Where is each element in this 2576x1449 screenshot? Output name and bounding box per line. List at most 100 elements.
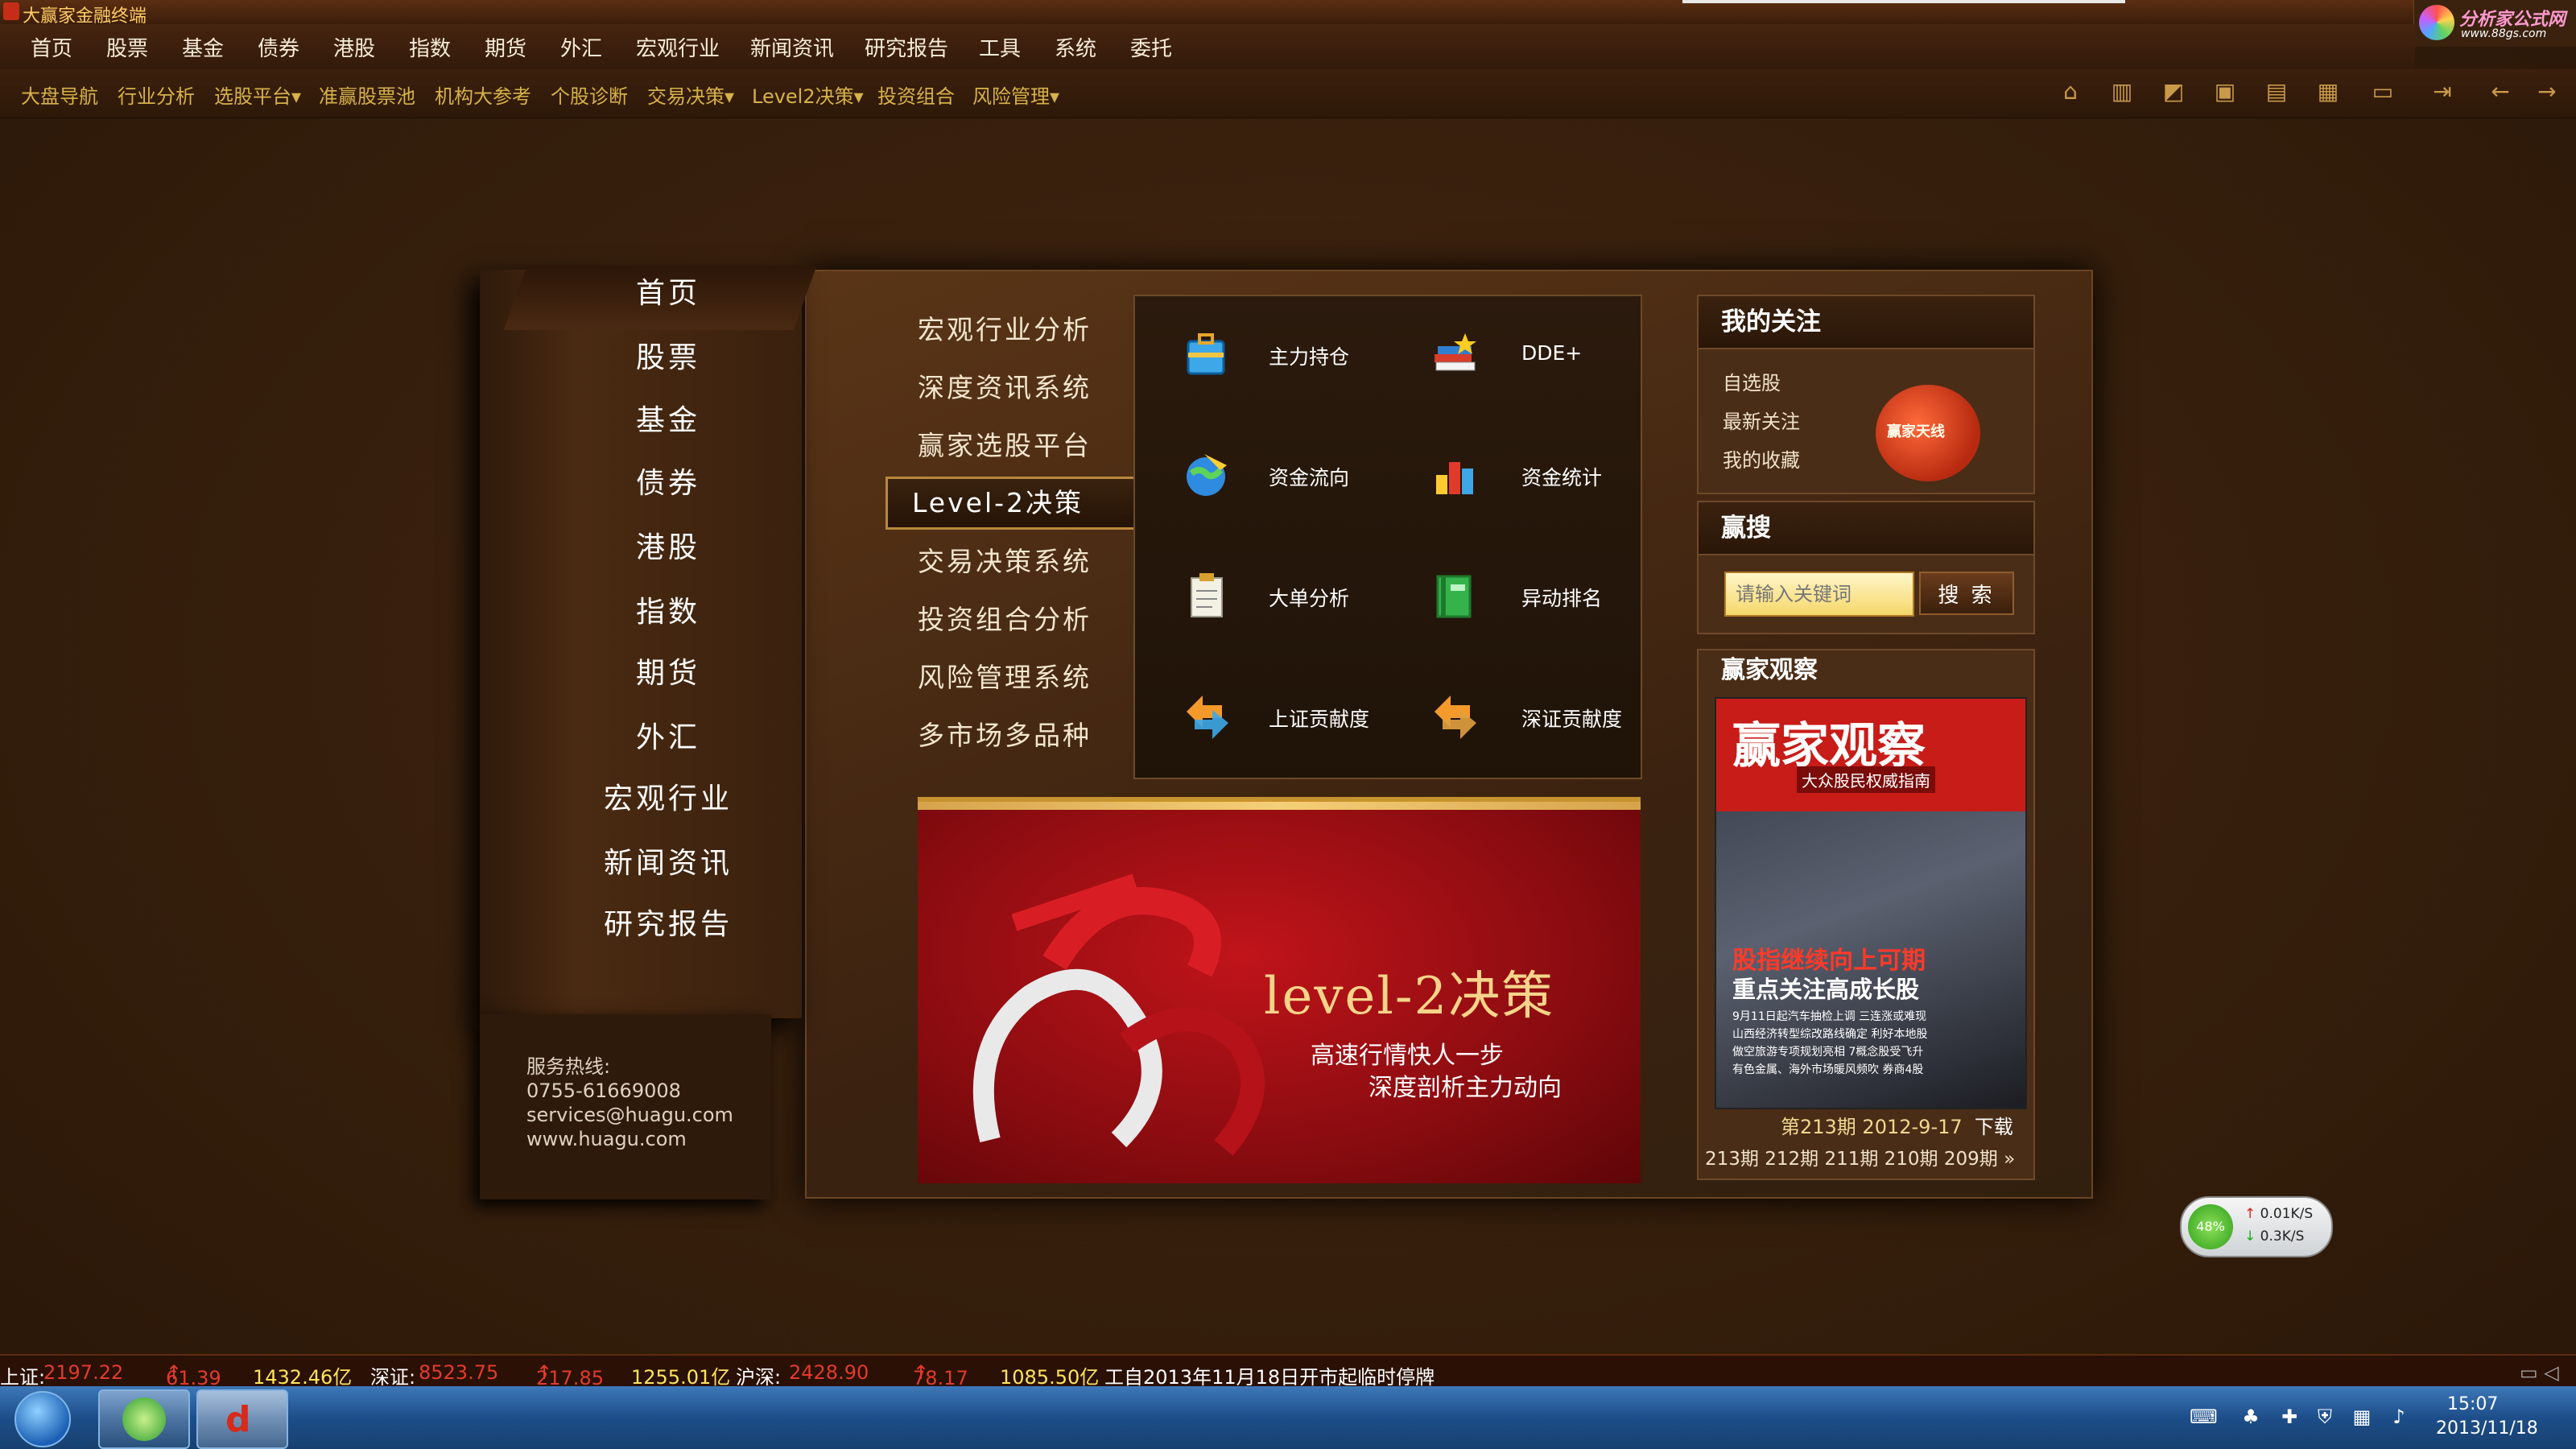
search-input[interactable] (1724, 572, 1914, 617)
network-speed-widget[interactable]: 48% ↑ 0.01K/S ↓ 0.3K/S (2180, 1196, 2333, 1257)
tray-plus-icon[interactable]: ✚ (2278, 1406, 2301, 1428)
menu-hk[interactable]: 港股 (333, 32, 375, 62)
feature-dde[interactable]: DDE+ (1521, 341, 1582, 365)
menu-funds[interactable]: 基金 (182, 32, 224, 62)
chart-icon[interactable]: ◩ (2161, 79, 2186, 105)
building-icon[interactable]: ▥ (2109, 79, 2135, 105)
monitor-icon[interactable]: ▭ (2370, 79, 2396, 105)
menu-news[interactable]: 新闻资讯 (750, 32, 834, 62)
toolbar-diagnosis[interactable]: 个股诊断 (551, 80, 628, 109)
nav-futures[interactable]: 期货 (531, 646, 805, 702)
briefcase-icon[interactable] (1180, 325, 1236, 382)
watch-link-watchlist[interactable]: 自选股 (1699, 364, 2033, 402)
toolbar-industry[interactable]: 行业分析 (118, 80, 195, 109)
feature-anomaly-rank[interactable]: 异动排名 (1521, 583, 1602, 612)
menu-forex[interactable]: 外汇 (560, 32, 602, 62)
toolbar-trade-decision[interactable]: 交易决策▾ (647, 80, 734, 109)
issue-link[interactable]: 212期 (1765, 1149, 1818, 1170)
volume-icon[interactable]: ♪ (2388, 1406, 2410, 1428)
issue-link[interactable]: 210期 (1885, 1149, 1938, 1170)
menu-bonds[interactable]: 债券 (258, 32, 299, 62)
service-website[interactable]: www.huagu.com (480, 1127, 771, 1151)
service-email[interactable]: services@huagu.com (480, 1103, 771, 1127)
nav-home[interactable]: 首页 (531, 266, 805, 322)
back-icon[interactable]: ← (2487, 79, 2513, 105)
books-icon[interactable] (1428, 325, 1484, 382)
nav-stocks[interactable]: 股票 (531, 330, 805, 386)
taskbar-winner-app-icon[interactable]: d (196, 1389, 288, 1449)
calculator-icon[interactable]: ▣ (2212, 79, 2238, 105)
arrows-icon[interactable] (1428, 687, 1484, 744)
subnav-macro[interactable]: 宏观行业分析 (894, 306, 1159, 354)
nav-index[interactable]: 指数 (531, 584, 805, 641)
nav-macro[interactable]: 宏观行业 (531, 771, 805, 828)
nav-bonds[interactable]: 债券 (531, 456, 805, 512)
status-tools-icon[interactable]: ▭ ◁ (2520, 1361, 2559, 1384)
toolbar-level2[interactable]: Level2决策▾ (752, 80, 864, 109)
issue-link[interactable]: 213期 (1705, 1149, 1759, 1170)
toolbar-stock-pool[interactable]: 准赢股票池 (319, 80, 415, 109)
watch-link-favorites[interactable]: 我的收藏 (1699, 441, 2033, 480)
green-book-icon[interactable] (1428, 567, 1484, 623)
exit-icon[interactable]: ⇥ (2429, 79, 2455, 105)
feature-main-holdings[interactable]: 主力持仓 (1269, 341, 1349, 370)
menu-stocks[interactable]: 股票 (106, 32, 148, 62)
keyboard-icon[interactable]: ⌨ (2190, 1406, 2218, 1428)
menu-macro[interactable]: 宏观行业 (636, 32, 720, 62)
feature-sz-contribution[interactable]: 深证贡献度 (1521, 704, 1622, 733)
menu-trade[interactable]: 委托 (1130, 32, 1172, 62)
feature-fund-flow[interactable]: 资金流向 (1269, 462, 1349, 491)
menu-home[interactable]: 首页 (31, 32, 72, 62)
issue-link[interactable]: 211期 (1824, 1149, 1878, 1170)
magazine-cover[interactable]: 赢家观察 大众股民权威指南 股指继续向上可期 重点关注高成长股 9月11日起汽车… (1715, 697, 2027, 1109)
clock-date[interactable]: 2013/11/18 (2436, 1418, 2538, 1439)
title-search-slot[interactable] (1682, 0, 2125, 3)
nav-hk[interactable]: 港股 (531, 520, 805, 576)
subnav-portfolio[interactable]: 投资组合分析 (894, 596, 1159, 644)
menu-index[interactable]: 指数 (409, 32, 451, 62)
menu-system[interactable]: 系统 (1055, 32, 1096, 62)
nav-forex[interactable]: 外汇 (531, 710, 805, 766)
network-icon[interactable]: ▦ (2351, 1406, 2373, 1428)
subnav-level2[interactable]: Level-2决策 (886, 477, 1160, 530)
more-issues-icon[interactable]: » (2004, 1149, 2015, 1170)
toolbar-portfolio[interactable]: 投资组合 (877, 80, 955, 109)
feature-sh-contribution[interactable]: 上证贡献度 (1269, 704, 1369, 733)
start-button[interactable] (14, 1391, 71, 1447)
menu-research[interactable]: 研究报告 (865, 32, 948, 62)
f8-icon[interactable]: ▤ (2264, 79, 2289, 105)
menu-tools[interactable]: 工具 (979, 32, 1021, 62)
subnav-info[interactable]: 深度资讯系统 (894, 364, 1159, 412)
menu-futures[interactable]: 期货 (485, 32, 526, 62)
issue-link[interactable]: 209期 (1944, 1149, 1998, 1170)
globe-icon[interactable] (1180, 446, 1236, 502)
level2-banner[interactable]: level-2决策 高速行情快人一步 深度剖析主力动向 (918, 797, 1641, 1183)
feature-fund-stats[interactable]: 资金统计 (1521, 462, 1602, 491)
clipboard-icon[interactable] (1180, 567, 1236, 623)
forward-icon[interactable]: → (2534, 79, 2560, 105)
toolbar-stock-picker[interactable]: 选股平台▾ (214, 80, 301, 109)
taskbar-ie-icon[interactable] (98, 1389, 190, 1449)
tv-icon[interactable]: 赢家天线 (1876, 385, 1980, 481)
subnav-trade[interactable]: 交易决策系统 (894, 538, 1159, 586)
clock-time[interactable]: 15:07 (2447, 1394, 2498, 1414)
subnav-risk[interactable]: 风险管理系统 (894, 654, 1159, 702)
toolbar-market-nav[interactable]: 大盘导航 (21, 80, 98, 109)
nav-news[interactable]: 新闻资讯 (531, 836, 805, 892)
subnav-multi[interactable]: 多市场多品种 (894, 712, 1159, 760)
download-link[interactable]: 下载 (1975, 1116, 2013, 1138)
home-icon[interactable]: ⌂ (2058, 79, 2083, 105)
arrows-icon[interactable] (1180, 687, 1236, 744)
tray-app-icon[interactable]: ♣ (2240, 1406, 2262, 1428)
bar-chart-icon[interactable] (1428, 446, 1484, 502)
toolbar-risk[interactable]: 风险管理▾ (972, 80, 1059, 109)
toolbar-institution[interactable]: 机构大参考 (435, 80, 531, 109)
search-button[interactable]: 搜 索 (1919, 572, 2014, 615)
shield-icon[interactable]: ⛨ (2314, 1406, 2336, 1428)
f10-icon[interactable]: ▦ (2315, 79, 2341, 105)
subnav-picker[interactable]: 赢家选股平台 (894, 422, 1159, 470)
watch-link-latest[interactable]: 最新关注 (1699, 402, 2033, 441)
feature-big-order[interactable]: 大单分析 (1269, 583, 1349, 612)
nav-funds[interactable]: 基金 (531, 393, 805, 449)
nav-research[interactable]: 研究报告 (531, 897, 805, 953)
